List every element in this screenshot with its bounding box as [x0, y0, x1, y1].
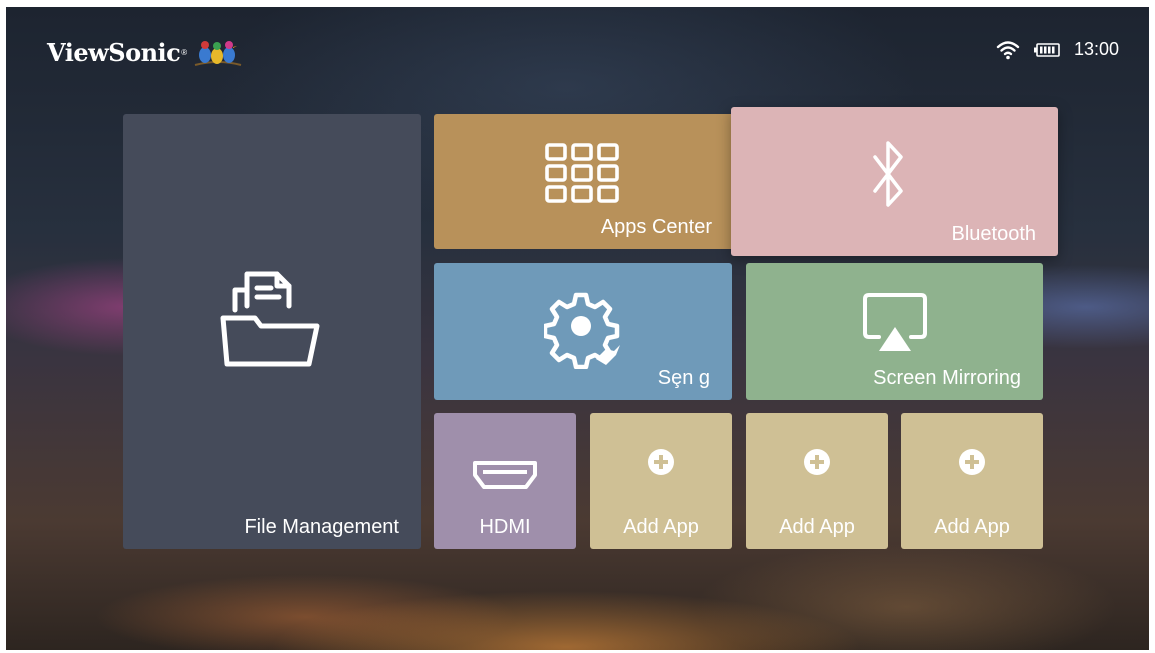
- tile-apps-center[interactable]: Apps Center: [434, 114, 734, 249]
- tile-label: Bluetooth: [951, 223, 1036, 245]
- registered-mark: ®: [181, 47, 188, 57]
- bluetooth-icon: [873, 141, 903, 207]
- gear-icon: [544, 292, 620, 369]
- tile-label: Add App: [934, 516, 1010, 538]
- tile-label: File Management: [244, 516, 399, 538]
- folder-files-icon: [220, 271, 320, 367]
- tile-setting[interactable]: Sȩn g: [434, 263, 732, 400]
- tile-add-app[interactable]: Add App: [901, 413, 1043, 549]
- grid-icon: [545, 143, 619, 203]
- plus-circle-icon: [648, 449, 674, 475]
- tile-file-management[interactable]: File Management: [123, 114, 421, 549]
- tile-bluetooth[interactable]: Bluetooth: [731, 107, 1058, 256]
- tile-label: Apps Center: [600, 216, 712, 238]
- tile-label: Screen Mirroring: [873, 367, 1021, 389]
- plus-circle-icon: [959, 449, 985, 475]
- clock: 13:00: [1073, 39, 1119, 59]
- home-screen: ViewSonic ® 13:00 File Management Apps C…: [6, 7, 1149, 650]
- brand-name: ViewSonic: [47, 37, 181, 67]
- tile-label: HDMI: [479, 516, 531, 538]
- birds-icon: [194, 41, 242, 66]
- tile-label: Add App: [779, 516, 855, 538]
- tile-add-app[interactable]: Add App: [590, 413, 732, 549]
- battery-icon: [1033, 42, 1060, 57]
- tile-hdmi[interactable]: HDMI: [434, 413, 576, 549]
- status-bar: 13:00: [996, 39, 1119, 60]
- screen-cast-icon: [863, 293, 927, 351]
- viewsonic-logo: ViewSonic ®: [47, 35, 243, 69]
- plus-circle-icon: [804, 449, 830, 475]
- hdmi-icon: [473, 461, 537, 489]
- tile-screen-mirroring[interactable]: Screen Mirroring: [746, 263, 1043, 400]
- wifi-icon: [996, 40, 1020, 59]
- tile-label: Add App: [623, 516, 699, 538]
- tile-label: Sȩn g: [657, 367, 710, 389]
- tile-add-app[interactable]: Add App: [746, 413, 888, 549]
